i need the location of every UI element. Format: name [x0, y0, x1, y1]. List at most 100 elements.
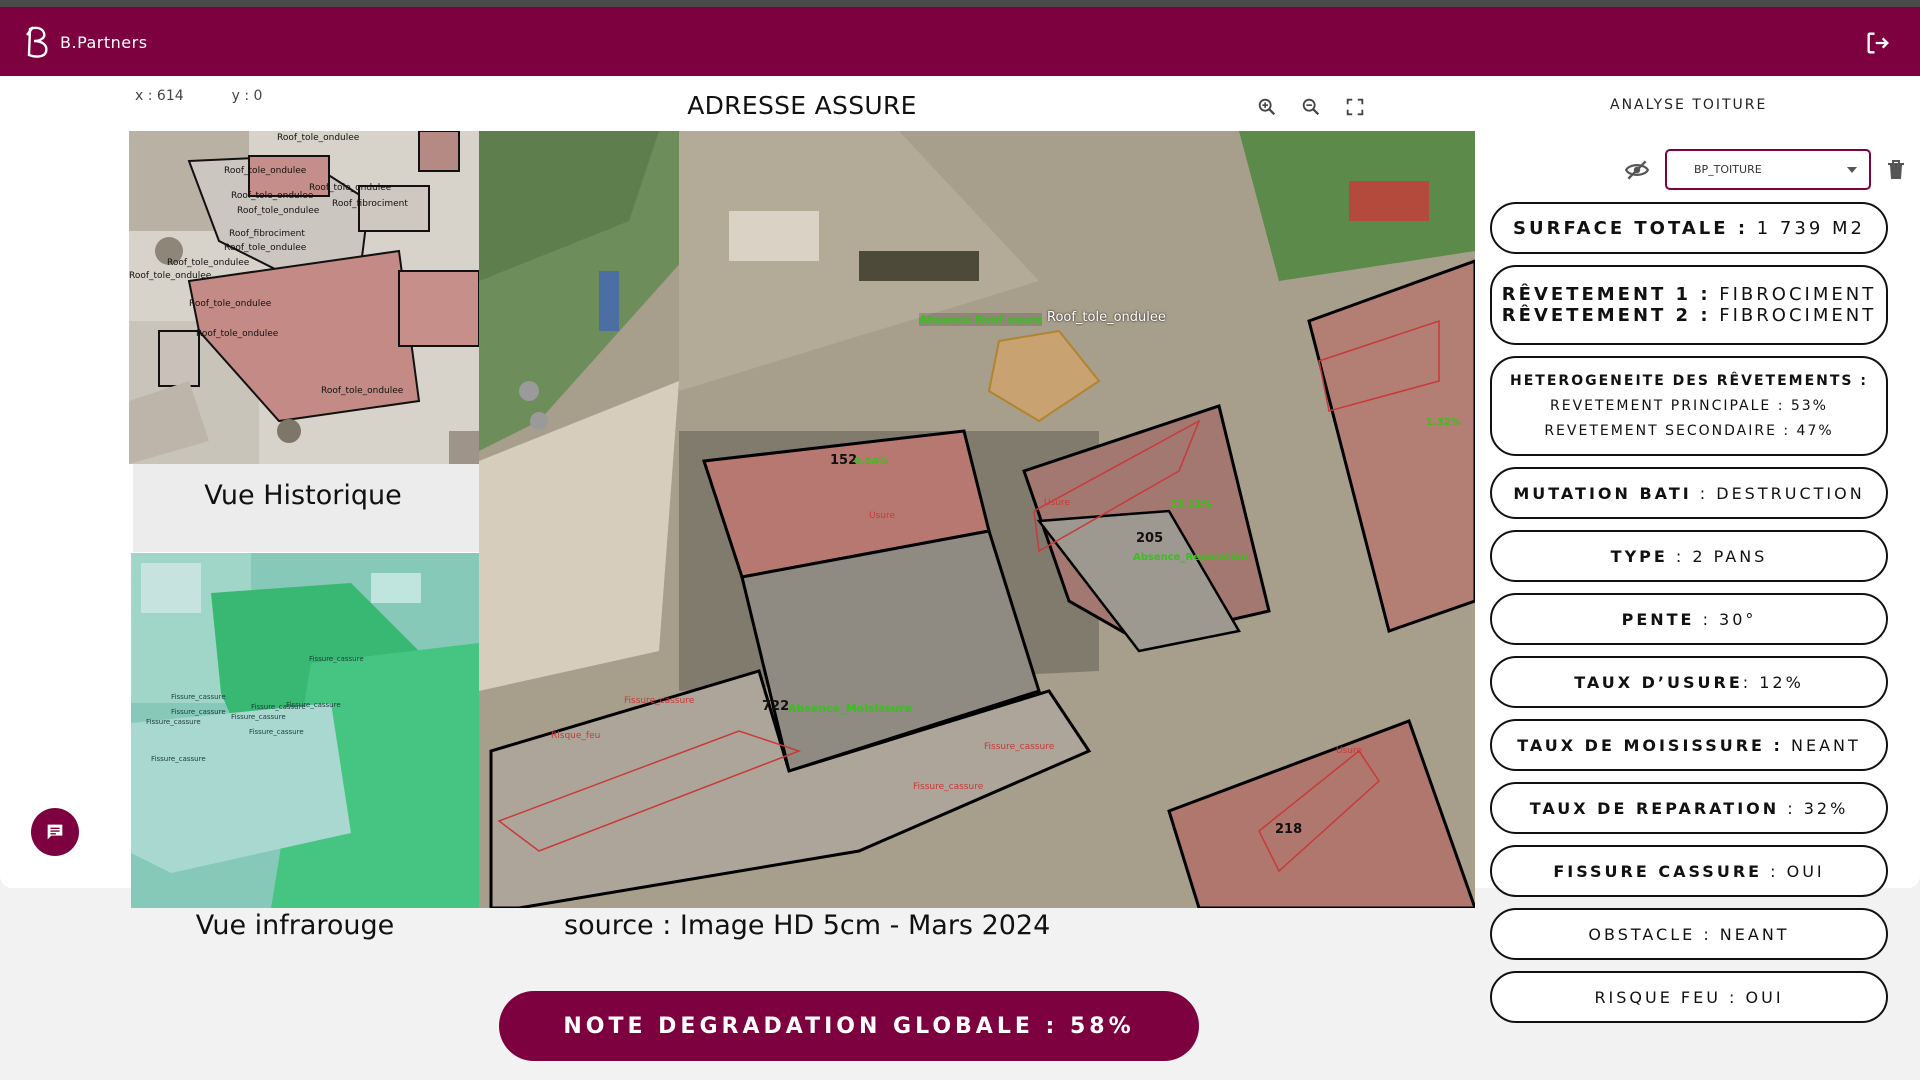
stat-value: RISQUE FEU : OUI [1594, 987, 1784, 1007]
infrared-map-label: Fissure_cassure [171, 708, 226, 716]
brand-name: B.Partners [60, 32, 148, 52]
brand-logo[interactable]: B.Partners [24, 25, 148, 59]
stat-value: : 30° [1694, 609, 1757, 629]
infrared-map-label: Fissure_cassure [146, 718, 201, 726]
historic-map-label: Roof_tole_ondulee [129, 271, 212, 281]
stat-key: HETEROGENEITE DES RÊVETEMENTS : [1510, 372, 1868, 389]
stat-value: FIBROCIMENT [1710, 305, 1877, 326]
historic-map-label: Roof_tole_ondulee [231, 191, 314, 201]
historic-map-label: Roof_tole_ondulee [196, 329, 279, 339]
layer-select[interactable]: BP_TOITURE [1665, 149, 1871, 190]
stat-pill: TAUX D’USURE: 12% [1490, 656, 1888, 708]
stat-value: : DESTRUCTION [1691, 483, 1865, 503]
infrared-map-label: Fissure_cassure [249, 728, 304, 736]
stat-pill: TYPE : 2 PANS [1490, 530, 1888, 582]
stat-value: REVETEMENT SECONDAIRE : 47% [1544, 422, 1834, 439]
stat-key: FISSURE CASSURE [1553, 861, 1763, 881]
stat-line: TYPE : 2 PANS [1611, 547, 1768, 566]
stat-pill: PENTE : 30° [1490, 593, 1888, 645]
historic-map-label: Roof_fibrociment [229, 229, 305, 239]
map-label-218: 218 [1275, 822, 1303, 837]
coord-y: y : 0 [231, 88, 263, 104]
stat-pill: OBSTACLE : NEANT [1490, 908, 1888, 960]
stat-pill: RÊVETEMENT 1 : FIBROCIMENT RÊVETEMENT 2 :… [1490, 265, 1888, 345]
map-label-usure-3: Usure [1336, 746, 1363, 756]
chat-button[interactable] [31, 808, 79, 856]
map-label-absence-roof-usure: Absence Roof usure [919, 313, 1043, 326]
map-label-risque-feu: Risque_feu [551, 731, 601, 741]
chevron-down-icon [1847, 167, 1857, 173]
map-label-fissure-1: Fissure_cassure [624, 696, 695, 706]
map-toolbar [1256, 96, 1366, 118]
map-label-205-pct: 13.11% [1170, 499, 1212, 510]
historic-map-label: Roof_tole_ondulee [309, 183, 392, 193]
fullscreen-icon[interactable] [1344, 96, 1366, 118]
stat-pill: FISSURE CASSURE : OUI [1490, 845, 1888, 897]
historic-map-label: Roof_tole_ondulee [167, 258, 250, 268]
logo-mark-icon [26, 26, 48, 58]
stat-key: SURFACE TOTALE : [1513, 217, 1749, 239]
trash-icon[interactable] [1886, 159, 1906, 181]
page-title: ADRESSE ASSURE [687, 91, 917, 120]
infrared-map-label: Fissure_cassure [286, 701, 341, 709]
coordinates-readout: x : 614 y : 0 [135, 88, 262, 104]
map-label-fissure-3: Fissure_cassure [913, 782, 984, 792]
stat-pill: TAUX DE REPARATION : 32% [1490, 782, 1888, 834]
historic-map-label: Roof_tole_ondulee [224, 243, 307, 253]
top-bar: B.Partners [0, 0, 1920, 76]
stat-line: RÊVETEMENT 2 : FIBROCIMENT [1502, 305, 1876, 326]
layer-select-value: BP_TOITURE [1694, 163, 1762, 176]
stat-value: REVETEMENT PRINCIPALE : 53% [1550, 397, 1828, 414]
map-label-205: 205 [1136, 531, 1164, 546]
stat-line: TAUX DE REPARATION : 32% [1530, 799, 1849, 818]
stat-line: PENTE : 30° [1622, 610, 1757, 629]
stat-value: : 2 PANS [1667, 546, 1768, 566]
map-label-fissure-2: Fissure_cassure [984, 742, 1055, 752]
stat-key: MUTATION BATI [1513, 483, 1692, 503]
stat-line: TAUX DE MOISISSURE : NEANT [1517, 736, 1861, 755]
historic-map-label: Roof_tole_ondulee [189, 299, 272, 309]
stat-value: : 12% [1742, 672, 1804, 692]
stat-line: SURFACE TOTALE : 1 739 M2 [1513, 218, 1865, 239]
stat-value: 1 739 M2 [1748, 217, 1865, 239]
roof-analysis-stats: SURFACE TOTALE : 1 739 M2 RÊVETEMENT 1 : … [1490, 202, 1888, 1034]
stat-pill: SURFACE TOTALE : 1 739 M2 [1490, 202, 1888, 254]
panel-header: ANALYSE TOITURE [1592, 82, 1782, 128]
zoom-out-icon[interactable] [1300, 96, 1322, 118]
zoom-in-icon[interactable] [1256, 96, 1278, 118]
stat-key: RÊVETEMENT 2 : [1501, 305, 1711, 326]
global-degradation-note[interactable]: NOTE DEGRADATION GLOBALE : 58% [499, 991, 1199, 1061]
eye-off-icon[interactable] [1624, 157, 1650, 183]
stat-line: REVETEMENT PRINCIPALE : 53% [1550, 394, 1828, 419]
main-map-view[interactable]: Roof_tole_ondulee Absence Roof usure 152… [479, 131, 1475, 908]
stat-line: HETEROGENEITE DES RÊVETEMENTS : [1510, 369, 1868, 394]
stat-value: OBSTACLE : NEANT [1588, 924, 1790, 944]
stat-line: FISSURE CASSURE : OUI [1553, 862, 1824, 881]
historic-view-label: Vue Historique [204, 480, 402, 511]
stat-line: TAUX D’USURE: 12% [1574, 673, 1804, 692]
infrared-view-map[interactable]: Fissure_cassure Fissure_cassure Fissure_ca… [131, 553, 479, 908]
stat-value: NEANT [1782, 735, 1861, 755]
image-source-label: source : Image HD 5cm - Mars 2024 [564, 910, 1051, 941]
stat-line: OBSTACLE : NEANT [1588, 925, 1789, 944]
stat-key: TAUX DE REPARATION [1529, 798, 1780, 818]
infrared-view-label: Vue infrarouge [195, 910, 395, 941]
map-label-right-pct: 1.32% [1426, 417, 1461, 428]
historic-map-label: Roof_tole_ondulee [277, 133, 360, 143]
stat-pill: RISQUE FEU : OUI [1490, 971, 1888, 1023]
stat-line: RISQUE FEU : OUI [1594, 988, 1783, 1007]
coord-x: x : 614 [135, 88, 184, 104]
historic-map-label: Roof_tole_ondulee [224, 166, 307, 176]
historic-map-label: Roof_fibrociment [332, 199, 408, 209]
stat-key: TAUX D’USURE [1574, 672, 1743, 692]
stat-pill: HETEROGENEITE DES RÊVETEMENTS : REVETEMEN… [1490, 356, 1888, 456]
stat-pill: TAUX DE MOISISSURE : NEANT [1490, 719, 1888, 771]
historic-map-label: Roof_tole_ondulee [321, 386, 404, 396]
map-label-usure-2: Usure [1044, 498, 1071, 508]
historic-view-map[interactable]: Roof_tole_ondulee Roof_tole_ondulee Roof_t… [129, 131, 479, 464]
stat-value: FIBROCIMENT [1710, 284, 1877, 305]
chat-icon [47, 824, 63, 840]
stat-key: PENTE [1621, 609, 1695, 629]
stat-value: : OUI [1762, 861, 1825, 881]
logout-icon[interactable] [1864, 29, 1892, 57]
